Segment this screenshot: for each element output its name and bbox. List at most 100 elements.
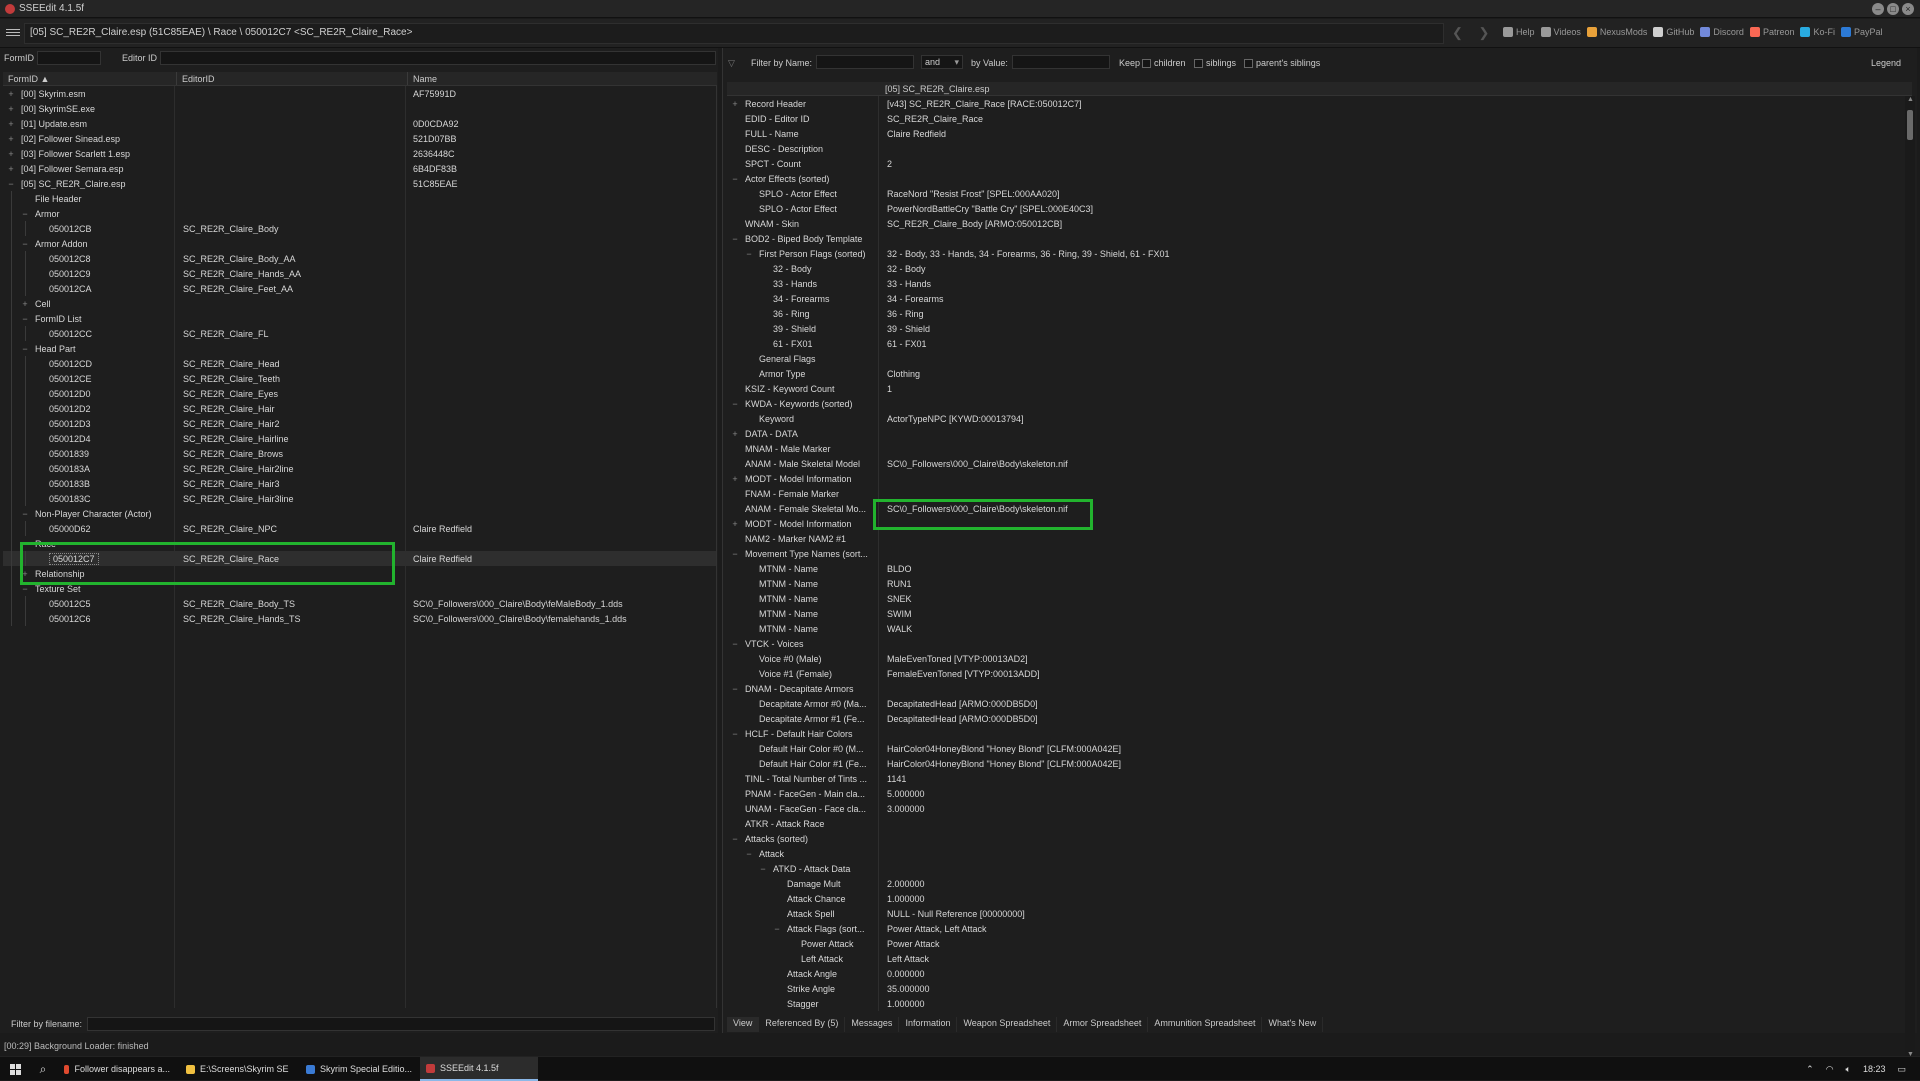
- field-row[interactable]: UNAM - FaceGen - Face cla... 3.000000: [727, 801, 1902, 816]
- tree-row[interactable]: + [02] Follower Sinead.esp 521D07BB: [3, 131, 716, 146]
- field-row[interactable]: + Record Header [v43] SC_RE2R_Claire_Race …: [727, 96, 1902, 111]
- tab-information[interactable]: Information: [899, 1017, 958, 1032]
- collapse-icon[interactable]: −: [21, 239, 29, 249]
- field-row[interactable]: Attack Spell NULL - Null Reference [00000…: [727, 906, 1902, 921]
- column-formid[interactable]: FormID ▲: [3, 72, 177, 85]
- field-row[interactable]: 61 - FX01 61 - FX01: [727, 336, 1902, 351]
- editorid-input[interactable]: [160, 51, 716, 65]
- field-row[interactable]: + MODT - Model Information: [727, 516, 1902, 531]
- expand-icon[interactable]: +: [731, 519, 739, 529]
- tree-row[interactable]: 050012CB SC_RE2R_Claire_Body: [3, 221, 716, 236]
- field-row[interactable]: Voice #1 (Female) FemaleEvenToned [VTYP:0…: [727, 666, 1902, 681]
- legend-button[interactable]: Legend: [1871, 58, 1901, 68]
- collapse-icon[interactable]: −: [21, 509, 29, 519]
- field-row[interactable]: + MODT - Model Information: [727, 471, 1902, 486]
- field-row[interactable]: − DNAM - Decapitate Armors: [727, 681, 1902, 696]
- field-row[interactable]: − Attacks (sorted): [727, 831, 1902, 846]
- tree-row[interactable]: − Armor Addon: [3, 236, 716, 251]
- collapse-icon[interactable]: −: [745, 249, 753, 259]
- tree-row[interactable]: + [00] Skyrim.esm AF75991D: [3, 86, 716, 101]
- field-row[interactable]: − Movement Type Names (sort...: [727, 546, 1902, 561]
- taskbar-item[interactable]: SSEEdit 4.1.5f: [420, 1057, 538, 1081]
- keep-siblings-checkbox[interactable]: siblings: [1194, 58, 1236, 69]
- menu-icon[interactable]: [6, 27, 20, 39]
- forward-arrow-icon[interactable]: ❯: [1479, 25, 1490, 40]
- collapse-icon[interactable]: −: [745, 849, 753, 859]
- tree-row[interactable]: 05000D62 SC_RE2R_Claire_NPC Claire Redfiel…: [3, 521, 716, 536]
- volume-icon[interactable]: 🔈︎: [1846, 1064, 1851, 1075]
- field-row[interactable]: 32 - Body 32 - Body: [727, 261, 1902, 276]
- collapse-icon[interactable]: −: [21, 584, 29, 594]
- expand-icon[interactable]: +: [731, 99, 739, 109]
- field-row[interactable]: Left Attack Left Attack: [727, 951, 1902, 966]
- link-discord[interactable]: Discord: [1700, 27, 1744, 37]
- field-row[interactable]: 39 - Shield 39 - Shield: [727, 321, 1902, 336]
- field-row[interactable]: − KWDA - Keywords (sorted): [727, 396, 1902, 411]
- filter-value-input[interactable]: [1012, 55, 1110, 69]
- tree-row[interactable]: − Armor: [3, 206, 716, 221]
- tree-row[interactable]: − [05] SC_RE2R_Claire.esp 51C85EAE: [3, 176, 716, 191]
- close-button[interactable]: ×: [1902, 3, 1914, 15]
- link-kofi[interactable]: Ko-Fi: [1800, 27, 1835, 37]
- field-row[interactable]: General Flags: [727, 351, 1902, 366]
- field-row[interactable]: WNAM - Skin SC_RE2R_Claire_Body [ARMO:050…: [727, 216, 1902, 231]
- tree-row[interactable]: 050012C9 SC_RE2R_Claire_Hands_AA: [3, 266, 716, 281]
- field-row[interactable]: 36 - Ring 36 - Ring: [727, 306, 1902, 321]
- tree-row[interactable]: 050012CE SC_RE2R_Claire_Teeth: [3, 371, 716, 386]
- tab-ammunition-spreadsheet[interactable]: Ammunition Spreadsheet: [1148, 1017, 1263, 1032]
- collapse-icon[interactable]: −: [759, 864, 767, 874]
- tab-view[interactable]: View: [727, 1017, 760, 1032]
- field-row[interactable]: − VTCK - Voices: [727, 636, 1902, 651]
- field-row[interactable]: MTNM - Name SNEK: [727, 591, 1902, 606]
- tree-row[interactable]: 050012C6 SC_RE2R_Claire_Hands_TS SC\0_Foll…: [3, 611, 716, 626]
- field-row[interactable]: PNAM - FaceGen - Main cla... 5.000000: [727, 786, 1902, 801]
- collapse-icon[interactable]: −: [773, 924, 781, 934]
- field-row[interactable]: MTNM - Name SWIM: [727, 606, 1902, 621]
- field-row[interactable]: Armor Type Clothing: [727, 366, 1902, 381]
- link-nexusmods[interactable]: NexusMods: [1586, 27, 1647, 37]
- field-row[interactable]: KSIZ - Keyword Count 1: [727, 381, 1902, 396]
- collapse-icon[interactable]: −: [731, 834, 739, 844]
- field-row[interactable]: 33 - Hands 33 - Hands: [727, 276, 1902, 291]
- tree-row[interactable]: 0500183A SC_RE2R_Claire_Hair2line: [3, 461, 716, 476]
- tree-row[interactable]: 050012D2 SC_RE2R_Claire_Hair: [3, 401, 716, 416]
- collapse-icon[interactable]: −: [21, 344, 29, 354]
- field-row[interactable]: TINL - Total Number of Tints ... 1141: [727, 771, 1902, 786]
- tree-row[interactable]: 050012CA SC_RE2R_Claire_Feet_AA: [3, 281, 716, 296]
- search-button[interactable]: ⌕: [30, 1057, 56, 1081]
- field-row[interactable]: − ATKD - Attack Data: [727, 861, 1902, 876]
- expand-icon[interactable]: +: [7, 149, 15, 159]
- chevron-up-icon[interactable]: ⌃: [1806, 1064, 1814, 1075]
- field-row[interactable]: − First Person Flags (sorted) 32 - Body, 3…: [727, 246, 1902, 261]
- scrollbar-thumb[interactable]: [1907, 110, 1913, 140]
- expand-icon[interactable]: +: [21, 569, 29, 579]
- record-path-field[interactable]: [05] SC_RE2R_Claire.esp (51C85EAE) \ Rac…: [24, 23, 1444, 44]
- expand-icon[interactable]: +: [7, 119, 15, 129]
- filter-filename-input[interactable]: [87, 1017, 715, 1031]
- field-row[interactable]: Attack Angle 0.000000: [727, 966, 1902, 981]
- field-row[interactable]: Attack Chance 1.000000: [727, 891, 1902, 906]
- field-row[interactable]: − Actor Effects (sorted): [727, 171, 1902, 186]
- taskbar-item[interactable]: Follower disappears a...: [58, 1057, 176, 1081]
- field-row[interactable]: Damage Mult 2.000000: [727, 876, 1902, 891]
- tree-row[interactable]: 050012CD SC_RE2R_Claire_Head: [3, 356, 716, 371]
- tab-weapon-spreadsheet[interactable]: Weapon Spreadsheet: [957, 1017, 1058, 1032]
- network-icon[interactable]: ◠: [1826, 1064, 1834, 1075]
- and-or-select[interactable]: and ▾: [921, 55, 963, 69]
- field-row[interactable]: ANAM - Female Skeletal Mo... SC\0_Followe…: [727, 501, 1902, 516]
- field-row[interactable]: SPLO - Actor Effect PowerNordBattleCry "B…: [727, 201, 1902, 216]
- maximize-button[interactable]: □: [1887, 3, 1899, 15]
- field-row[interactable]: SPCT - Count 2: [727, 156, 1902, 171]
- link-patreon[interactable]: Patreon: [1749, 27, 1794, 37]
- field-row[interactable]: DESC - Description: [727, 141, 1902, 156]
- field-row[interactable]: SPLO - Actor Effect RaceNord "Resist Fros…: [727, 186, 1902, 201]
- tree-row[interactable]: + [03] Follower Scarlett 1.esp 2636448C: [3, 146, 716, 161]
- view-scrollbar[interactable]: ▲ ▼: [1905, 96, 1915, 1058]
- minimize-button[interactable]: –: [1872, 3, 1884, 15]
- link-paypal[interactable]: PayPal: [1840, 27, 1883, 37]
- expand-icon[interactable]: +: [731, 429, 739, 439]
- expand-icon[interactable]: +: [7, 134, 15, 144]
- field-row[interactable]: Default Hair Color #0 (M... HairColor04Ho…: [727, 741, 1902, 756]
- tree-row[interactable]: 0500183B SC_RE2R_Claire_Hair3: [3, 476, 716, 491]
- taskbar-item[interactable]: E:\Screens\Skyrim SE: [180, 1057, 298, 1081]
